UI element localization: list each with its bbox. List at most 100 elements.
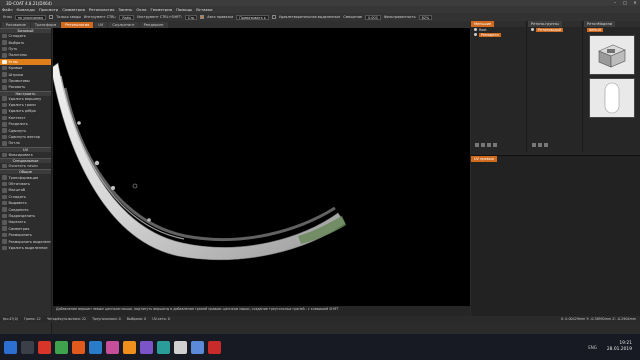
box-shape-icon <box>598 44 626 68</box>
filter-field[interactable]: 62% <box>418 14 433 20</box>
eye-icon[interactable] <box>474 28 477 31</box>
tool-label: Углы <box>8 59 18 64</box>
tool-icon <box>2 232 7 238</box>
add-layer-icon[interactable] <box>475 143 479 147</box>
uv-preview-panel: UV превью <box>471 155 640 316</box>
tool-label: Сдвинуть <box>8 128 27 133</box>
tool-label: Петля <box>8 141 20 146</box>
tool-icon <box>2 53 7 58</box>
tool-icon <box>2 141 7 146</box>
lang-indicator[interactable]: ENG <box>588 345 603 350</box>
delete-layer-icon[interactable] <box>487 143 491 147</box>
menu-symmetry[interactable]: Симметрия <box>62 7 85 12</box>
model-item-label: default <box>587 27 603 32</box>
tool-label: Симметрия <box>8 226 30 231</box>
tool-icon <box>2 163 7 169</box>
delete-group-icon[interactable] <box>538 143 542 147</box>
app-icon[interactable] <box>89 340 102 354</box>
menu-plugins[interactable]: Вставки <box>196 7 212 12</box>
quads-only-checkbox[interactable] <box>49 15 54 19</box>
corners-mode-select[interactable]: по умолчанию <box>14 14 47 20</box>
tool-label: Удалить выделенное <box>8 245 48 250</box>
tool-icon <box>2 72 7 77</box>
faces-count: Грани: 22 <box>23 317 41 321</box>
tool-label: Выдавить <box>8 201 27 206</box>
selected-label: Удовлетворительная выделенные <box>278 15 341 19</box>
room-tabs: Рисование Трансформ Ретопология UV Скуль… <box>0 21 470 28</box>
fps-readout: fps:47(0) <box>3 317 18 321</box>
tool-icon <box>2 134 7 140</box>
app-icon[interactable] <box>208 340 221 354</box>
menu-geometry[interactable]: Геометрия <box>151 7 173 12</box>
app-icon[interactable] <box>106 340 119 354</box>
app-icon[interactable] <box>174 340 187 354</box>
menu-file[interactable]: Файл <box>2 7 13 12</box>
eye-icon[interactable] <box>531 28 534 31</box>
tool-icon <box>2 59 7 64</box>
search-icon[interactable] <box>21 340 34 354</box>
viewport[interactable] <box>53 28 470 306</box>
ctrl-tool-select[interactable]: Ratio <box>119 14 135 20</box>
selected-checkbox[interactable] <box>271 15 276 19</box>
start-icon[interactable] <box>4 340 17 354</box>
lock-group-icon[interactable] <box>544 143 548 147</box>
tool-label: Удалить рёбра <box>8 109 36 114</box>
tab-uv-preview[interactable]: UV превью <box>471 156 497 162</box>
group-item[interactable]: Ретоповодой <box>528 27 582 32</box>
tool-icon <box>2 207 7 212</box>
app-icon[interactable] <box>38 340 51 354</box>
clock[interactable]: 19:21 28.01.2019 <box>607 341 640 353</box>
menu-bar: Файл Команды Просмотр Симметрия Ретополо… <box>0 6 640 13</box>
app-icon[interactable] <box>191 340 204 354</box>
group-item-label: Ретоповодой <box>536 27 564 32</box>
tool-icon <box>2 245 7 251</box>
layer-root-label: Root <box>479 27 487 32</box>
layer-item-label: Ремоделл <box>479 32 501 37</box>
model-item[interactable]: default <box>584 27 640 32</box>
tool-icon <box>2 226 7 231</box>
add-group-icon[interactable] <box>532 143 536 147</box>
model-thumb-box[interactable] <box>589 35 635 75</box>
tool-icon <box>2 96 7 101</box>
tool-icon <box>2 115 7 121</box>
tris-count: Треугольники: 0 <box>92 317 121 321</box>
menu-commands[interactable]: Команды <box>17 7 35 12</box>
menu-retopo[interactable]: Ретопология <box>89 7 114 12</box>
tab-layers[interactable]: Меньшие <box>471 21 495 27</box>
layer-item[interactable]: Ремоделл <box>471 32 526 37</box>
ctrl-shift-tool-select[interactable]: Стр <box>184 14 198 20</box>
model-thumb-capsule[interactable] <box>589 78 635 118</box>
auto-snap-checkbox[interactable] <box>200 15 205 19</box>
tool-icon <box>2 78 7 84</box>
tool-label: Рисовать <box>8 85 26 90</box>
app-icon[interactable] <box>140 340 153 354</box>
snap-to-select[interactable]: Привязывать к <box>236 14 269 20</box>
tool-icon <box>2 239 7 244</box>
app-icon[interactable] <box>72 340 85 354</box>
tool-common-11[interactable]: Удалить выделенное <box>0 245 51 251</box>
menu-view[interactable]: Просмотр <box>39 7 59 12</box>
eye-icon[interactable] <box>474 33 477 36</box>
capsule-shape-icon <box>604 82 620 114</box>
offset-field[interactable]: 0.000 <box>365 14 381 20</box>
uv-count: UV-сеть: 0 <box>152 317 170 321</box>
retopo-models-panel: РетопМодели default <box>584 21 640 152</box>
app-icon[interactable] <box>123 340 136 354</box>
tool-icon <box>2 109 7 114</box>
menu-windows[interactable]: Окна <box>136 7 146 12</box>
app-icon[interactable] <box>55 340 68 354</box>
hint-line: Добавление вершин левым щелчком мыши, по… <box>53 306 470 316</box>
tool-label: Удалить вершину <box>8 96 42 101</box>
menu-bake[interactable]: Запечь <box>118 7 132 12</box>
tool-label: Подразделить <box>8 213 36 218</box>
clock-date: 28.01.2019 <box>606 347 632 352</box>
tab-retopo-groups[interactable]: Ретопо-группы <box>528 21 562 27</box>
copy-layer-icon[interactable] <box>481 143 485 147</box>
tool-icon <box>2 152 7 158</box>
merge-layer-icon[interactable] <box>493 143 497 147</box>
menu-help[interactable]: Помощь <box>176 7 192 12</box>
tab-retopo-models[interactable]: РетопМодели <box>584 21 615 27</box>
tool-label: Трансформация <box>8 175 39 180</box>
auto-snap-label: Авто привязка <box>207 15 234 19</box>
app-icon[interactable] <box>157 340 170 354</box>
